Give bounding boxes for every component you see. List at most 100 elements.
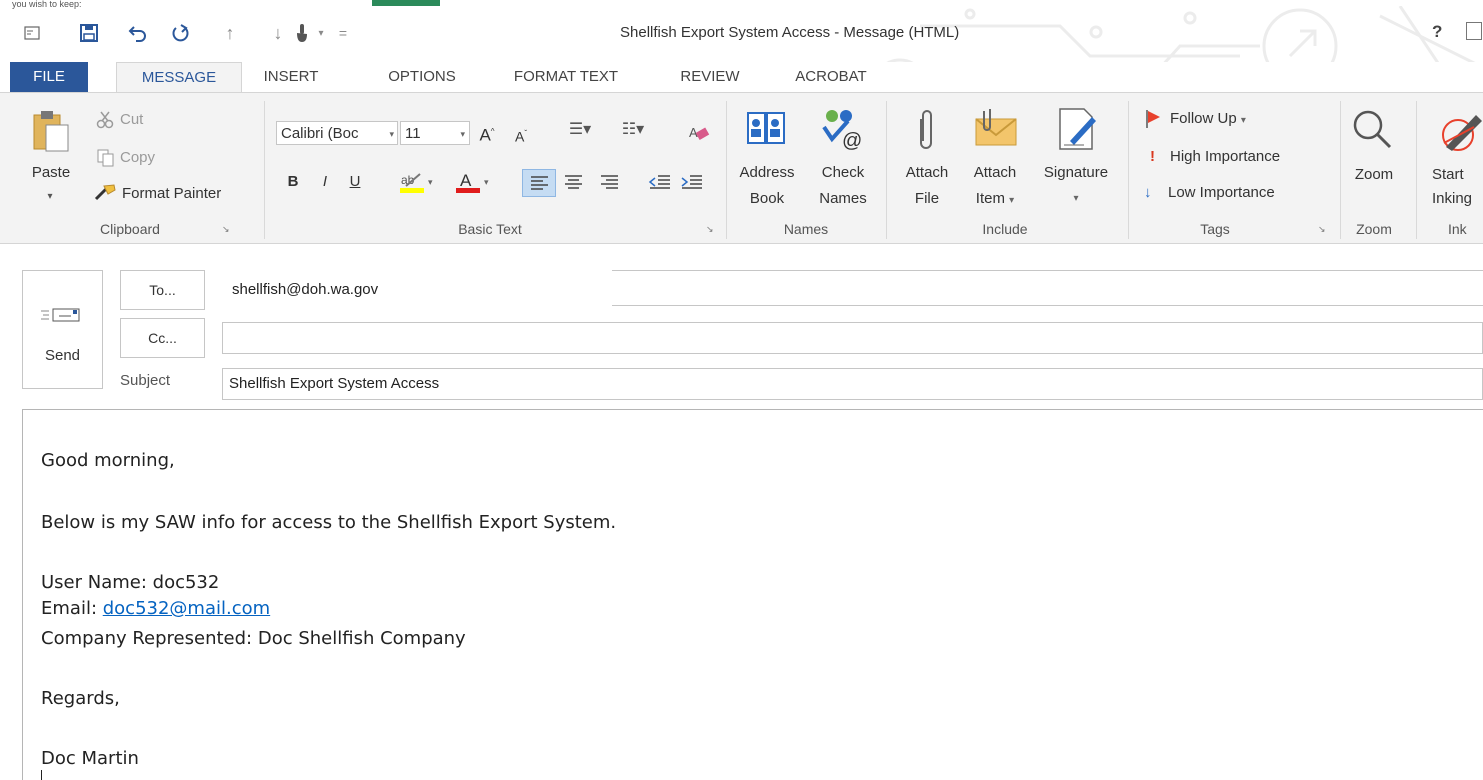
numbering-icon[interactable]: ☷▾: [614, 119, 652, 141]
cut-button[interactable]: Cut: [120, 110, 143, 130]
tab-format-text[interactable]: FORMAT TEXT: [498, 62, 634, 92]
send-label: Send: [44, 347, 81, 364]
cc-field[interactable]: [222, 322, 1483, 354]
save-icon[interactable]: [78, 20, 100, 46]
bullets-icon[interactable]: ☰▾: [562, 119, 598, 141]
subject-field[interactable]: Shellfish Export System Access: [222, 368, 1483, 400]
customize-toolbar-icon[interactable]: =: [336, 20, 350, 46]
body-company: Company Represented: Doc Shellfish Compa…: [41, 628, 466, 649]
follow-up-dropdown-icon[interactable]: ▾: [1241, 115, 1246, 126]
align-right-icon[interactable]: [596, 169, 624, 195]
attach-item-text: Item: [975, 190, 1005, 207]
ink-group-label: Ink: [1448, 221, 1467, 237]
body-signature: Doc Martin: [41, 748, 139, 769]
group-separator: [726, 101, 727, 239]
align-left-icon[interactable]: [522, 169, 556, 197]
copy-button[interactable]: Copy: [120, 148, 155, 168]
basic-text-launcher-icon[interactable]: ↘: [706, 225, 715, 234]
body-greeting: Good morning,: [41, 450, 175, 471]
follow-up-button[interactable]: Follow Up ▾: [1170, 109, 1246, 131]
address-book-label-2[interactable]: Book: [732, 189, 802, 209]
clear-formatting-icon[interactable]: A: [688, 123, 710, 143]
shrink-font-icon[interactable]: Aˇ: [510, 123, 532, 148]
attach-item-label-2[interactable]: Item ▾: [960, 189, 1030, 211]
to-button[interactable]: To...: [120, 270, 205, 310]
send-button[interactable]: Send: [22, 270, 103, 389]
touch-mode-icon[interactable]: [292, 20, 312, 46]
outlook-window-icon[interactable]: [22, 20, 42, 46]
to-recipient[interactable]: shellfish@doh.wa.gov: [232, 281, 378, 298]
clipboard-group-label: Clipboard: [100, 221, 160, 237]
redo-icon[interactable]: [170, 20, 192, 46]
send-envelope-icon: [41, 308, 80, 322]
attach-file-label-1[interactable]: Attach: [894, 163, 960, 183]
attach-item-dropdown-icon[interactable]: ▾: [1009, 195, 1014, 206]
include-group-label: Include: [982, 221, 1028, 237]
ribbon-tabs: FILE MESSAGE INSERT OPTIONS FORMAT TEXT …: [0, 62, 1483, 94]
address-book-label-1[interactable]: Address: [732, 163, 802, 183]
names-group-label: Names: [783, 221, 829, 237]
magnifier-icon: [1350, 107, 1394, 151]
format-painter-button[interactable]: Format Painter: [122, 184, 221, 204]
tab-message[interactable]: MESSAGE: [116, 62, 242, 94]
start-inking-label-1[interactable]: Start: [1432, 165, 1483, 185]
font-size-combo[interactable]: 11 ▾: [400, 121, 470, 145]
attach-item-label-1[interactable]: Attach: [960, 163, 1030, 183]
email-link[interactable]: doc532@mail.com: [103, 598, 270, 619]
highlight-color-icon[interactable]: ab ▾: [398, 169, 438, 195]
touch-mode-dropdown-icon[interactable]: ▾: [314, 20, 328, 46]
svg-text:▾: ▾: [428, 177, 433, 187]
tab-file[interactable]: FILE: [10, 62, 88, 92]
signature-button[interactable]: Signature: [1030, 163, 1122, 183]
paste-icon: [30, 109, 72, 153]
body-email-label: Email:: [41, 598, 103, 619]
signature-dropdown-icon[interactable]: ▾: [1066, 189, 1086, 209]
attach-file-label-2[interactable]: File: [894, 189, 960, 209]
tab-review[interactable]: REVIEW: [668, 62, 752, 92]
address-book-icon: [746, 109, 786, 149]
basic-text-group-label: Basic Text: [458, 221, 522, 237]
background-window-accent: [372, 0, 440, 6]
high-importance-icon: !: [1150, 148, 1155, 165]
low-importance-button[interactable]: Low Importance: [1168, 183, 1275, 203]
check-names-label-2[interactable]: Names: [806, 189, 880, 209]
cc-button[interactable]: Cc...: [120, 318, 205, 358]
check-names-label-1[interactable]: Check: [806, 163, 880, 183]
font-size-dropdown-icon[interactable]: ▾: [460, 122, 465, 146]
font-name-dropdown-icon[interactable]: ▾: [389, 122, 394, 146]
paste-dropdown-icon[interactable]: ▾: [40, 187, 60, 207]
grow-font-icon[interactable]: A^: [476, 121, 498, 147]
top-strip: you wish to keep:: [0, 0, 1483, 9]
zoom-button[interactable]: Zoom: [1344, 165, 1404, 185]
font-name-value: Calibri (Boc: [281, 125, 359, 142]
decrease-indent-icon[interactable]: [646, 169, 674, 195]
background-window-text: you wish to keep:: [12, 0, 82, 9]
tab-acrobat[interactable]: ACROBAT: [782, 62, 880, 92]
arrow-up-icon[interactable]: ↑: [220, 20, 240, 46]
arrow-down-icon[interactable]: ↓: [268, 20, 288, 46]
message-body[interactable]: Good morning, Below is my SAW info for a…: [22, 409, 1483, 780]
font-size-value: 11: [405, 125, 421, 142]
attach-item-icon: [972, 107, 1020, 147]
paste-button[interactable]: Paste: [22, 163, 80, 183]
clipboard-launcher-icon[interactable]: ↘: [222, 225, 231, 234]
ribbon-display-options-icon[interactable]: [1466, 22, 1482, 40]
font-name-combo[interactable]: Calibri (Boc ▾: [276, 121, 398, 145]
italic-button[interactable]: I: [314, 171, 336, 193]
tab-insert[interactable]: INSERT: [255, 62, 327, 92]
align-center-icon[interactable]: [560, 169, 588, 195]
tags-launcher-icon[interactable]: ↘: [1318, 225, 1327, 234]
help-button[interactable]: ?: [1432, 22, 1442, 42]
body-user-name: User Name: doc532: [41, 572, 220, 593]
high-importance-button[interactable]: High Importance: [1170, 147, 1280, 167]
tab-options[interactable]: OPTIONS: [376, 62, 468, 92]
ribbon: Paste ▾ Cut Copy Format Painter Clipboar…: [0, 92, 1483, 244]
increase-indent-icon[interactable]: [678, 169, 706, 195]
group-separator: [886, 101, 887, 239]
underline-button[interactable]: U: [344, 171, 366, 193]
start-inking-label-2[interactable]: Inking: [1432, 189, 1483, 209]
font-color-icon[interactable]: A ▾: [454, 169, 494, 195]
bold-button[interactable]: B: [282, 171, 304, 193]
undo-icon[interactable]: [127, 20, 149, 46]
start-inking-icon: [1436, 109, 1483, 153]
